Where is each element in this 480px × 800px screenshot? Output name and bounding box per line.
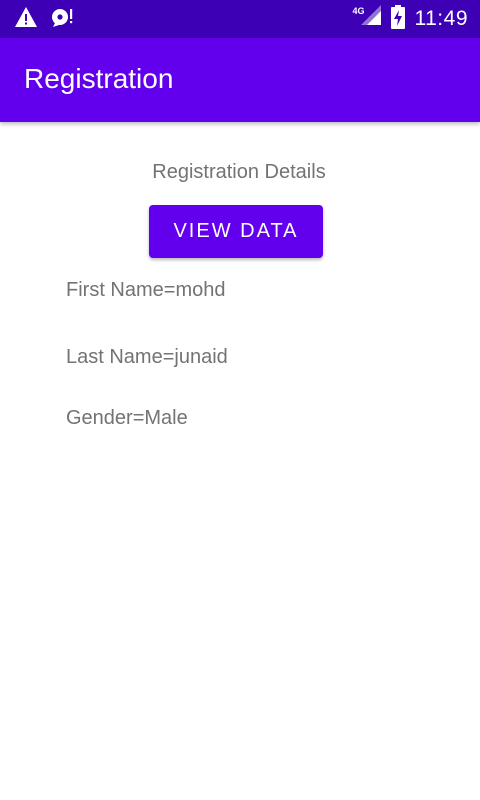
app-screen: 4G 11:49 Registration Registration Detai… xyxy=(0,0,480,800)
app-title: Registration xyxy=(24,63,174,94)
warning-icon xyxy=(14,6,38,33)
app-bar: Registration xyxy=(0,38,480,122)
page-heading: Registration Details xyxy=(152,161,326,183)
network-indicator: 4G xyxy=(353,5,381,32)
first-name-text: First Name=mohd xyxy=(66,279,226,301)
sd-card-alert-icon xyxy=(50,6,76,33)
status-bar: 4G 11:49 xyxy=(0,0,480,38)
signal-icon xyxy=(360,5,381,30)
battery-charging-icon xyxy=(390,4,405,34)
clock: 11:49 xyxy=(414,7,468,30)
gender-text: Gender=Male xyxy=(66,407,188,429)
status-notifications xyxy=(14,6,76,33)
last-name-text: Last Name=junaid xyxy=(66,346,228,368)
status-system: 4G 11:49 xyxy=(353,4,469,34)
view-data-button[interactable]: VIEW DATA xyxy=(149,205,323,258)
